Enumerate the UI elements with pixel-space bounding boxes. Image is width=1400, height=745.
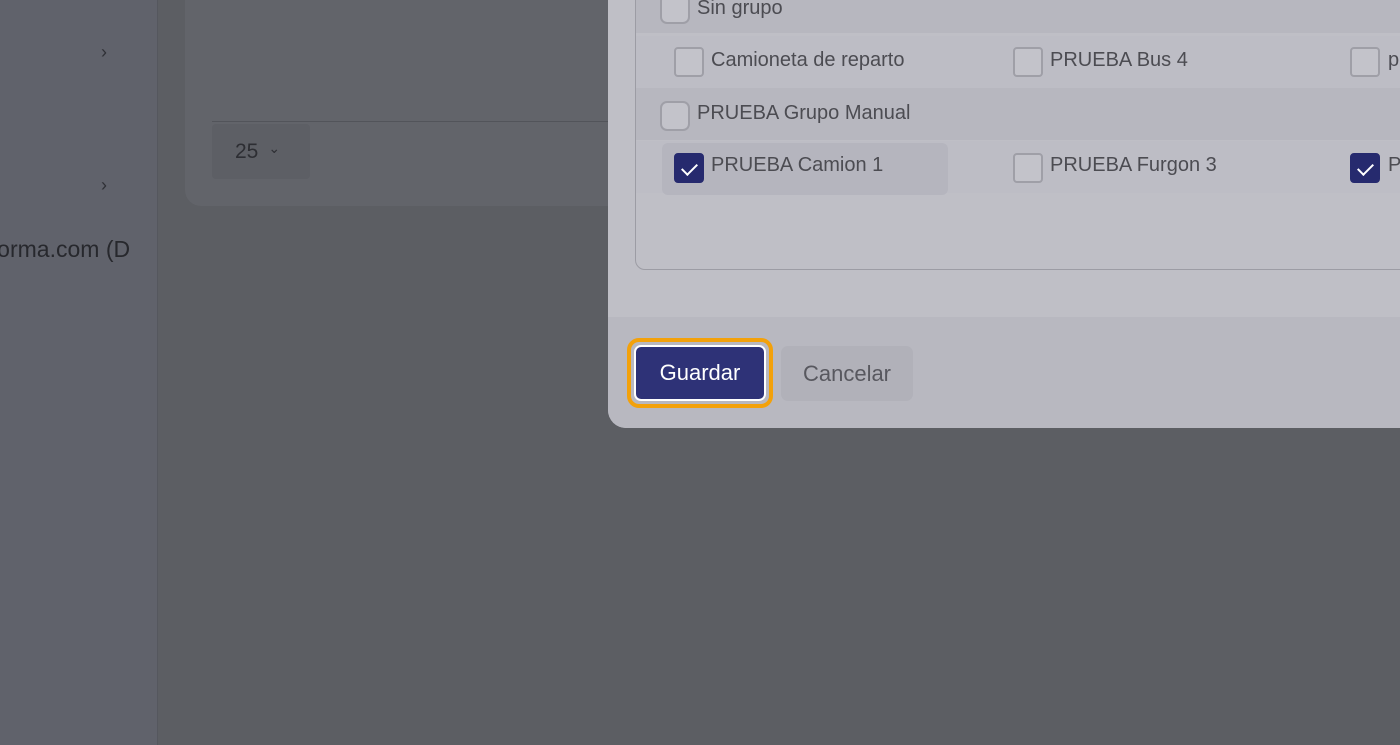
cancel-button[interactable]: Cancelar [781, 346, 913, 401]
page-size-value: 25 [235, 139, 259, 163]
group-header-prueba-grupo-manual: PRUEBA Grupo Manual [636, 88, 1400, 140]
vehicle-label: Camioneta de reparto [711, 49, 905, 71]
vehicle-label: P [1388, 154, 1400, 177]
group-label: PRUEBA Grupo Manual [697, 102, 911, 124]
vehicle-checkbox[interactable] [1013, 153, 1043, 183]
vehicle-checkbox[interactable] [1013, 47, 1043, 77]
vehicle-checkbox[interactable] [674, 47, 704, 77]
vehicle-label: PRUEBA Bus 4 [1050, 49, 1188, 71]
group-vehicles-row: PRUEBA Camion 1 PRUEBA Furgon 3 P [636, 141, 1400, 195]
vehicle-checkbox[interactable] [1350, 47, 1380, 77]
vehicle-checkbox-checked[interactable] [1350, 153, 1380, 183]
sidebar: › › nforma.com (D [0, 0, 158, 745]
save-button-label: Guardar [634, 345, 766, 401]
group-vehicles-row: Camioneta de reparto PRUEBA Bus 4 p [636, 36, 1400, 88]
divider [212, 121, 612, 122]
user-email-partial: nforma.com (D [0, 236, 131, 262]
vehicle-checkbox-checked[interactable] [674, 153, 704, 183]
group-checkbox[interactable] [660, 101, 690, 131]
group-checkbox[interactable] [660, 0, 690, 24]
chevron-right-icon[interactable]: › [101, 43, 115, 61]
page-size-select[interactable]: 25 ⌄ [212, 124, 310, 179]
vehicle-label: PRUEBA Furgon 3 [1050, 154, 1217, 176]
chevron-down-icon: ⌄ [268, 140, 281, 156]
save-button[interactable]: Guardar [627, 338, 773, 408]
vehicle-label: PRUEBA Camion 1 [711, 154, 884, 176]
vehicle-groups-panel: Sin grupo Camioneta de reparto PRUEBA Bu… [635, 0, 1400, 270]
group-header-sin-grupo: Sin grupo [636, 0, 1400, 33]
vehicle-label: p [1388, 49, 1400, 71]
chevron-right-icon[interactable]: › [101, 176, 115, 194]
group-label: Sin grupo [697, 0, 783, 19]
